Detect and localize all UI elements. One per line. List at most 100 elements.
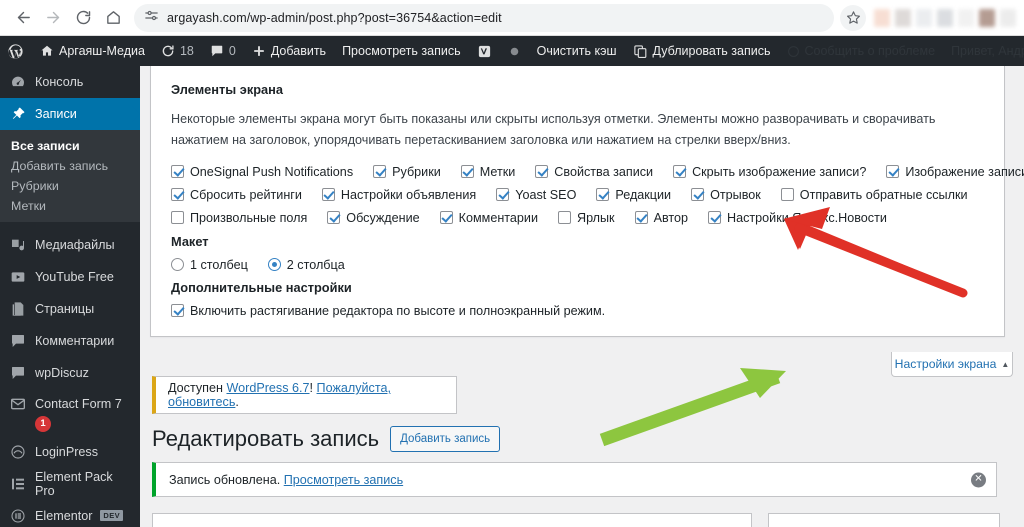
extension-icon[interactable] xyxy=(958,8,974,27)
radio-circle[interactable] xyxy=(171,258,184,272)
sidebar-item-label: Медиафайлы xyxy=(35,238,115,252)
sidebar-subitem-tags[interactable]: Метки xyxy=(0,196,140,216)
checkbox-box[interactable] xyxy=(596,188,610,202)
adminbar-comments[interactable]: 0 xyxy=(202,36,244,66)
checkbox-send-trackbacks[interactable]: Отправить обратные ссылки xyxy=(780,188,968,202)
screen-options-toggle[interactable]: Настройки экрана ▲ xyxy=(891,352,1013,377)
adminbar-howdy[interactable]: Привет, Андрей Петрович Попов xyxy=(943,36,1024,66)
add-new-post-button[interactable]: Добавить запись xyxy=(390,426,501,453)
screen-options-toggle-label: Настройки экрана xyxy=(894,357,997,371)
adminbar-site-name[interactable]: Аргаяш-Медиа xyxy=(32,36,153,66)
reload-icon[interactable] xyxy=(68,3,98,33)
checkbox-revisions[interactable]: Редакции xyxy=(596,188,671,202)
checkbox-box[interactable] xyxy=(496,188,510,202)
dashboard-icon xyxy=(9,73,27,91)
checkbox-box[interactable] xyxy=(171,188,184,202)
checkbox-box[interactable] xyxy=(535,165,549,179)
adminbar-duplicate-post[interactable]: Дублировать запись xyxy=(625,36,779,66)
extension-icon[interactable] xyxy=(937,8,953,27)
checkbox-hide-featured-image[interactable]: Скрыть изображение записи? xyxy=(673,165,866,179)
checkbox-label: Ярлык xyxy=(576,210,615,225)
checkbox-box[interactable] xyxy=(171,304,184,318)
checkbox-yandex-news-settings[interactable]: Настройки Яндекс.Новости xyxy=(708,211,887,225)
checkbox-author[interactable]: Автор xyxy=(634,211,688,225)
screenshot-root: argayash.com/wp-admin/post.php?post=3675… xyxy=(0,0,1024,527)
address-bar[interactable]: argayash.com/wp-admin/post.php?post=3675… xyxy=(134,3,834,32)
extension-icon[interactable] xyxy=(979,8,995,27)
checkbox-box[interactable] xyxy=(634,211,648,225)
sidebar-item-comments[interactable]: Комментарии xyxy=(0,325,140,357)
checkbox-excerpt[interactable]: Отрывок xyxy=(691,188,761,202)
forward-arrow-icon[interactable] xyxy=(38,3,68,33)
checkbox-yoast-seo[interactable]: Yoast SEO xyxy=(496,188,576,202)
checkbox-editor-fullscreen[interactable]: Включить растягивание редактора по высот… xyxy=(171,304,605,318)
wordpress-version-link[interactable]: WordPress 6.7 xyxy=(226,381,309,395)
view-post-link[interactable]: Просмотреть запись xyxy=(284,473,403,487)
checkbox-box[interactable] xyxy=(439,211,453,225)
checkbox-box[interactable] xyxy=(691,188,705,202)
home-icon[interactable] xyxy=(98,3,128,33)
radio-two-columns[interactable]: 2 столбца xyxy=(267,258,345,272)
sidebar-item-element-pack-pro[interactable]: Element Pack Pro xyxy=(0,468,140,500)
adminbar-view-post[interactable]: Просмотреть запись xyxy=(334,36,469,66)
checkbox-box[interactable] xyxy=(460,165,474,179)
checkbox-categories[interactable]: Рубрики xyxy=(373,165,441,179)
site-settings-icon[interactable] xyxy=(144,8,159,28)
adminbar-status-dot[interactable] xyxy=(500,36,529,66)
radio-one-column[interactable]: 1 столбец xyxy=(171,258,248,272)
checkbox-box[interactable] xyxy=(373,165,387,179)
sidebar-subitem-add-post[interactable]: Добавить запись xyxy=(0,156,140,176)
checkbox-box[interactable] xyxy=(171,211,184,225)
checkbox-box[interactable] xyxy=(673,165,687,179)
adminbar-updates[interactable]: 18 xyxy=(153,36,202,66)
sidebar-item-dashboard[interactable]: Консоль xyxy=(0,66,140,98)
adminbar-howdy-label: Привет, Андрей Петрович Попов xyxy=(951,44,1024,58)
adminbar-wp-logo[interactable] xyxy=(0,36,32,66)
checkbox-tags[interactable]: Метки xyxy=(460,165,515,179)
sidebar-item-elementor[interactable]: Elementor DEV xyxy=(0,500,140,527)
checkbox-box[interactable] xyxy=(557,211,571,225)
extension-icon[interactable] xyxy=(895,8,911,27)
sidebar-item-contact-form-7[interactable]: Contact Form 7 xyxy=(0,389,140,419)
checkbox-slug[interactable]: Ярлык xyxy=(557,210,615,225)
extension-icon[interactable] xyxy=(1000,8,1016,27)
adminbar-clear-cache[interactable]: Очистить кэш xyxy=(529,36,625,66)
checkbox-featured-image[interactable]: Изображение записи xyxy=(886,165,1024,179)
sidebar-subitem-all-posts[interactable]: Все записи xyxy=(0,136,140,156)
sidebar-item-wpdiscuz[interactable]: wpDiscuz xyxy=(0,357,140,389)
checkbox-custom-fields[interactable]: Произвольные поля xyxy=(171,211,307,225)
screen-options-panel: Элементы экрана Некоторые элементы экран… xyxy=(150,66,1024,338)
checkbox-onesignal-push-notifications[interactable]: OneSignal Push Notifications xyxy=(171,165,353,179)
checkbox-box[interactable] xyxy=(780,188,794,202)
star-icon[interactable] xyxy=(840,4,866,31)
checkbox-box[interactable] xyxy=(321,188,335,202)
checkbox-post-attributes[interactable]: Свойства записи xyxy=(535,165,653,179)
checkbox-box[interactable] xyxy=(171,165,184,179)
sidebar-item-youtube-free[interactable]: YouTube Free xyxy=(0,261,140,293)
adminbar-yoast[interactable] xyxy=(469,36,500,66)
extension-icon[interactable] xyxy=(916,8,932,27)
checkbox-label: Рубрики xyxy=(392,164,441,179)
extension-icon[interactable] xyxy=(874,8,890,27)
adminbar-report-problem[interactable]: Сообщить о проблеме xyxy=(779,36,944,66)
checkbox-label: Редакции xyxy=(615,187,672,202)
checkbox-box[interactable] xyxy=(327,211,341,225)
post-updated-notice: Запись обновлена. Просмотреть запись ✕ xyxy=(152,462,997,497)
back-arrow-icon[interactable] xyxy=(8,3,38,33)
sidebar-item-loginpress[interactable]: LoginPress xyxy=(0,436,140,468)
radio-circle[interactable] xyxy=(267,258,281,272)
sidebar-item-posts[interactable]: Записи xyxy=(0,98,140,130)
close-icon[interactable]: ✕ xyxy=(971,472,986,487)
status-dot-icon xyxy=(508,45,521,58)
sidebar-item-media[interactable]: Медиафайлы xyxy=(0,229,140,261)
checkbox-label: Сбросить рейтинги xyxy=(190,187,302,202)
checkbox-discussion[interactable]: Обсуждение xyxy=(327,211,420,225)
sidebar-item-pages[interactable]: Страницы xyxy=(0,293,140,325)
adminbar-new-content[interactable]: Добавить xyxy=(244,36,334,66)
sidebar-subitem-categories[interactable]: Рубрики xyxy=(0,176,140,196)
checkbox-box[interactable] xyxy=(886,165,900,179)
checkbox-reset-ratings[interactable]: Сбросить рейтинги xyxy=(171,188,302,202)
checkbox-comments[interactable]: Комментарии xyxy=(439,211,538,225)
checkbox-ad-settings[interactable]: Настройки объявления xyxy=(321,188,476,202)
checkbox-box[interactable] xyxy=(708,211,722,225)
